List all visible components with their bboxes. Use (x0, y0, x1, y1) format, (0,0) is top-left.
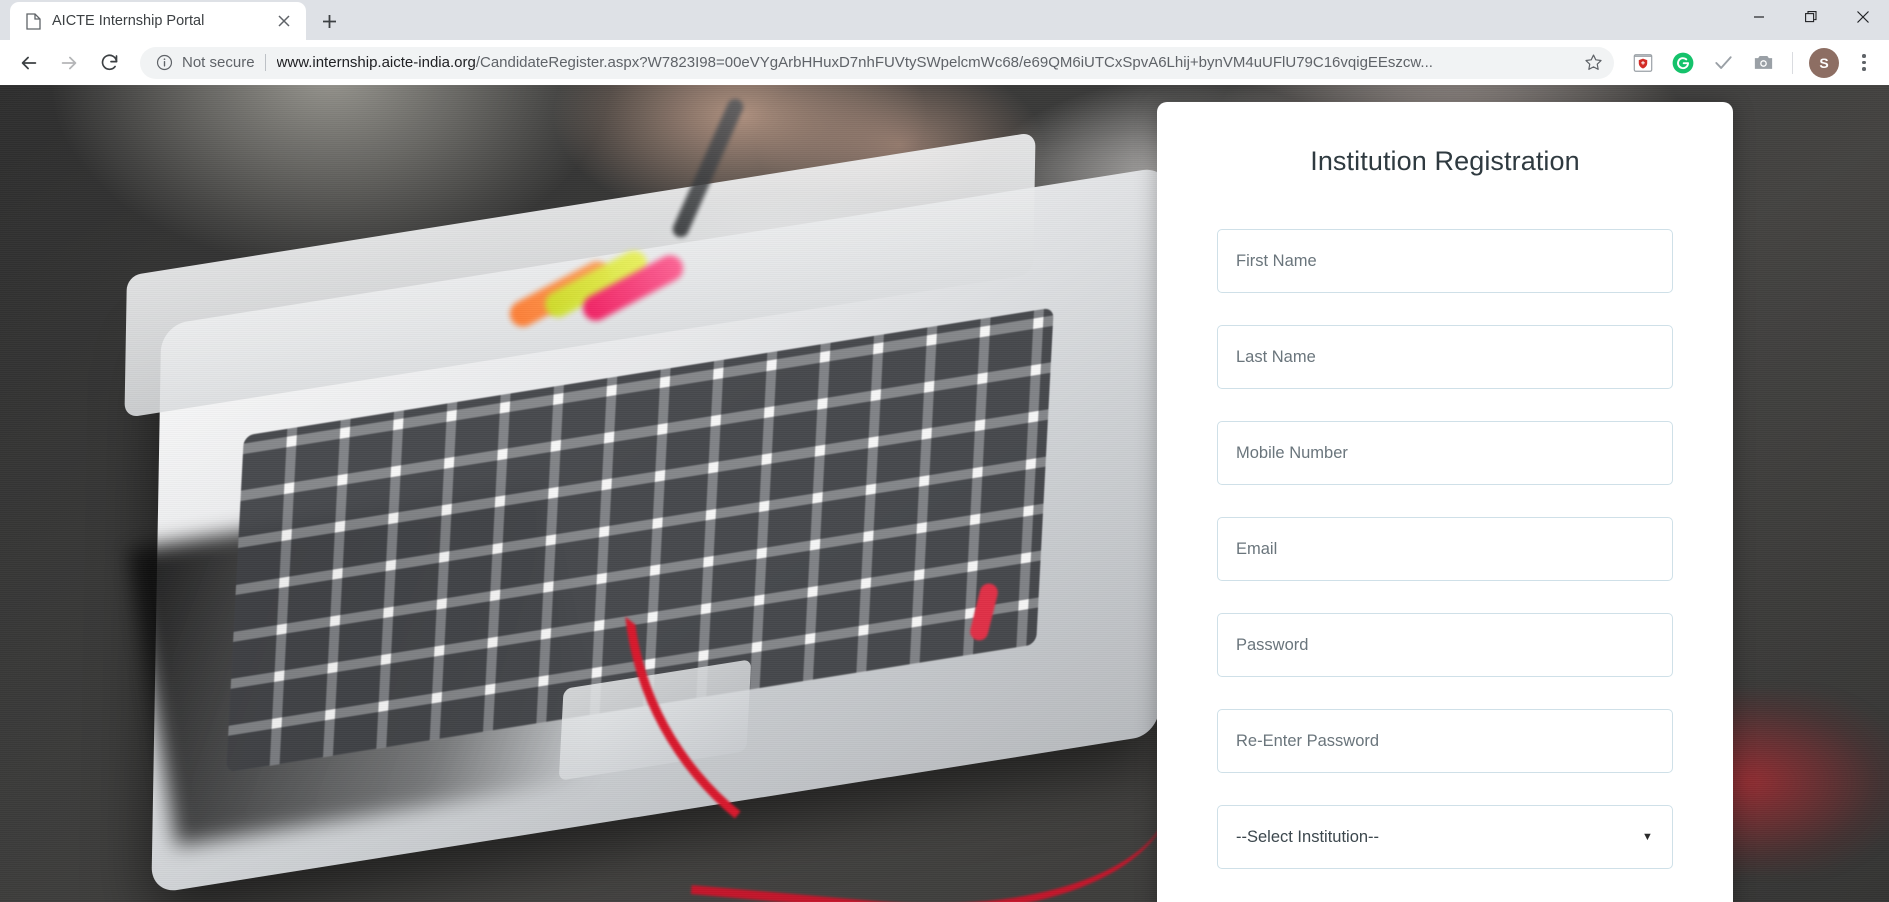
back-button[interactable] (10, 44, 48, 82)
last-name-input[interactable] (1236, 347, 1654, 367)
toolbar-divider (1792, 51, 1793, 74)
address-bar[interactable]: Not secure www.internship.aicte-india.or… (140, 46, 1614, 79)
red-cable-lower (690, 664, 1180, 902)
tab-title: AICTE Internship Portal (52, 13, 205, 29)
chevron-down-icon[interactable]: ▼ (1642, 831, 1656, 843)
re-enter-password-field[interactable] (1217, 709, 1673, 773)
institution-select[interactable]: --Select Institution-- ▼ (1217, 805, 1673, 869)
email-field[interactable] (1217, 517, 1673, 581)
password-field[interactable] (1217, 613, 1673, 677)
first-name-input[interactable] (1236, 251, 1654, 271)
menu-dot (1862, 60, 1866, 65)
lastpass-icon[interactable] (1626, 46, 1660, 80)
three-dot-menu-icon[interactable] (1849, 46, 1879, 80)
info-circle-icon[interactable] (154, 53, 174, 73)
forward-button[interactable] (50, 44, 88, 82)
url-path: /CandidateRegister.aspx?W7823I98=00eVYgA… (475, 53, 1433, 71)
institution-select-value: --Select Institution-- (1236, 827, 1380, 846)
page-icon (24, 12, 42, 30)
checkmark-icon[interactable] (1706, 46, 1740, 80)
window-close-button[interactable] (1837, 0, 1889, 34)
mobile-number-input[interactable] (1236, 443, 1654, 463)
new-tab-button[interactable] (312, 4, 346, 38)
security-status-label: Not secure (182, 54, 255, 71)
star-icon[interactable] (1578, 48, 1608, 78)
page-viewport: Institution Registration --Select Instit… (0, 85, 1889, 902)
url-text: www.internship.aicte-india.org/Candidate… (277, 47, 1578, 79)
mobile-number-field[interactable] (1217, 421, 1673, 485)
maximize-restore-button[interactable] (1785, 0, 1837, 34)
browser-toolbar: Not secure www.internship.aicte-india.or… (0, 40, 1889, 85)
page-title: Institution Registration (1310, 146, 1580, 176)
menu-dot (1862, 54, 1866, 58)
tab-strip: AICTE Internship Portal (0, 0, 1889, 40)
camera-icon[interactable] (1746, 46, 1780, 80)
minimize-button[interactable] (1733, 0, 1785, 34)
window-controls (1733, 0, 1889, 34)
email-input[interactable] (1236, 539, 1654, 559)
avatar[interactable]: S (1809, 47, 1839, 78)
browser-window: AICTE Internship Portal Not secure www.i… (0, 0, 1889, 902)
re-enter-password-input[interactable] (1236, 731, 1654, 751)
omnibox-divider (264, 54, 266, 71)
registration-card: Institution Registration --Select Instit… (1157, 102, 1733, 902)
first-name-field[interactable] (1217, 229, 1673, 293)
url-host: www.internship.aicte-india.org (276, 53, 476, 71)
grammarly-icon[interactable] (1666, 46, 1700, 80)
reload-button[interactable] (90, 44, 128, 82)
browser-tab[interactable]: AICTE Internship Portal (10, 2, 306, 40)
password-input[interactable] (1236, 635, 1654, 655)
tab-close-icon[interactable] (274, 11, 294, 31)
menu-dot (1862, 67, 1866, 71)
last-name-field[interactable] (1217, 325, 1673, 389)
